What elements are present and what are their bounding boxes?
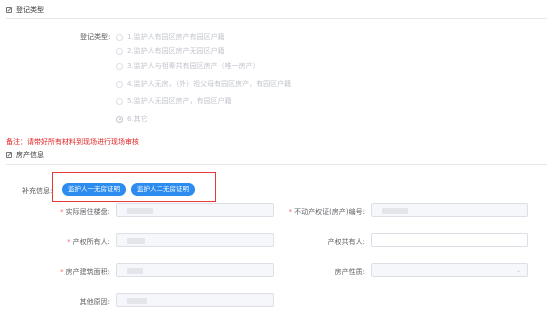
radio-icon[interactable] xyxy=(116,97,123,105)
supplement-label: 补充信息: xyxy=(22,187,53,195)
radio-icon[interactable] xyxy=(116,80,123,88)
required-mark: * xyxy=(67,238,71,246)
property-owner-input[interactable] xyxy=(116,233,274,247)
registration-option-1[interactable]: 1.监护人有园区房产有园区户籍 xyxy=(116,32,225,42)
property-co-owner-input[interactable] xyxy=(371,233,528,247)
review-note: 备注：请带好所有材料到现场进行现场审核 xyxy=(6,138,139,146)
property-nature-label: 房产性质: xyxy=(275,267,365,277)
redacted-value xyxy=(127,268,143,274)
registration-option-label: 3.监护人与祖辈共有园区房产（唯一房产） xyxy=(127,62,260,70)
radio-icon[interactable] xyxy=(116,47,123,55)
required-mark: * xyxy=(288,208,293,216)
edit-icon xyxy=(6,7,12,13)
registration-option-3[interactable]: 3.监护人与祖辈共有园区房产（唯一房产） xyxy=(116,61,260,71)
housing-section-label: 房产信息 xyxy=(16,151,44,159)
registration-type-label: 登记类型: xyxy=(80,33,111,41)
section-divider xyxy=(6,18,547,19)
property-cert-no-input[interactable] xyxy=(371,203,528,217)
section-divider xyxy=(6,164,547,165)
property-co-owner-text: 产权共有人: xyxy=(327,238,365,246)
radio-icon[interactable] xyxy=(116,62,123,70)
registration-option-label: 1.监护人有园区房产有园区户籍 xyxy=(127,33,225,41)
residence-building-label: * 实际居住楼盘: xyxy=(20,207,110,217)
residence-building-input[interactable] xyxy=(116,203,274,217)
building-area-text: 房产建筑面积: xyxy=(65,268,110,276)
property-nature-select[interactable]: ⌄ xyxy=(371,263,528,277)
registration-option-label: 4.监护人无房，（外）祖父母有园区房产，有园区户籍 xyxy=(127,80,292,88)
registration-option-label: 5.监护人无园区房产，有园区户籍 xyxy=(127,97,232,105)
redacted-value xyxy=(127,298,147,304)
building-area-input[interactable] xyxy=(116,263,274,277)
property-owner-text: 产权所有人: xyxy=(72,238,110,246)
property-cert-no-text: 不动产权证(房产)编号: xyxy=(294,208,365,216)
radio-checked-icon[interactable] xyxy=(116,115,123,123)
radio-icon[interactable] xyxy=(116,33,123,41)
registration-section-label: 登记类型 xyxy=(16,6,44,14)
registration-option-4[interactable]: 4.监护人无房，（外）祖父母有园区房产，有园区户籍 xyxy=(116,79,291,89)
registration-option-label: 2.监护人有园区房产无园区户籍 xyxy=(127,47,225,55)
required-mark: * xyxy=(60,208,64,216)
residence-building-text: 实际居住楼盘: xyxy=(65,208,110,216)
redacted-value xyxy=(382,208,408,214)
property-cert-no-label: * 不动产权证(房产)编号: xyxy=(275,207,365,217)
registration-option-6[interactable]: 6.其它 xyxy=(116,114,148,124)
property-co-owner-label: 产权共有人: xyxy=(275,237,365,247)
redacted-value xyxy=(127,208,153,214)
chevron-down-icon: ⌄ xyxy=(515,267,521,274)
other-reason-label: 其他原因: xyxy=(20,297,110,307)
property-owner-label: * 产权所有人: xyxy=(20,237,110,247)
housing-section-title: 房产信息 xyxy=(6,150,44,160)
registration-option-2[interactable]: 2.监护人有园区房产无园区户籍 xyxy=(116,46,225,56)
redacted-value xyxy=(127,238,145,244)
guardian1-no-housing-button[interactable]: 监护人一无房证明 xyxy=(62,183,126,196)
registration-option-label: 6.其它 xyxy=(127,115,148,123)
required-mark: * xyxy=(60,268,64,276)
building-area-label: * 房产建筑面积: xyxy=(20,267,110,277)
other-reason-text: 其他原因: xyxy=(79,298,110,306)
other-reason-input[interactable] xyxy=(116,293,274,307)
property-nature-text: 房产性质: xyxy=(334,268,365,276)
registration-option-5[interactable]: 5.监护人无园区房产，有园区户籍 xyxy=(116,96,232,106)
guardian2-no-housing-button[interactable]: 监护人二无房证明 xyxy=(131,183,195,196)
edit-icon xyxy=(6,152,12,158)
registration-section-title: 登记类型 xyxy=(6,5,44,15)
